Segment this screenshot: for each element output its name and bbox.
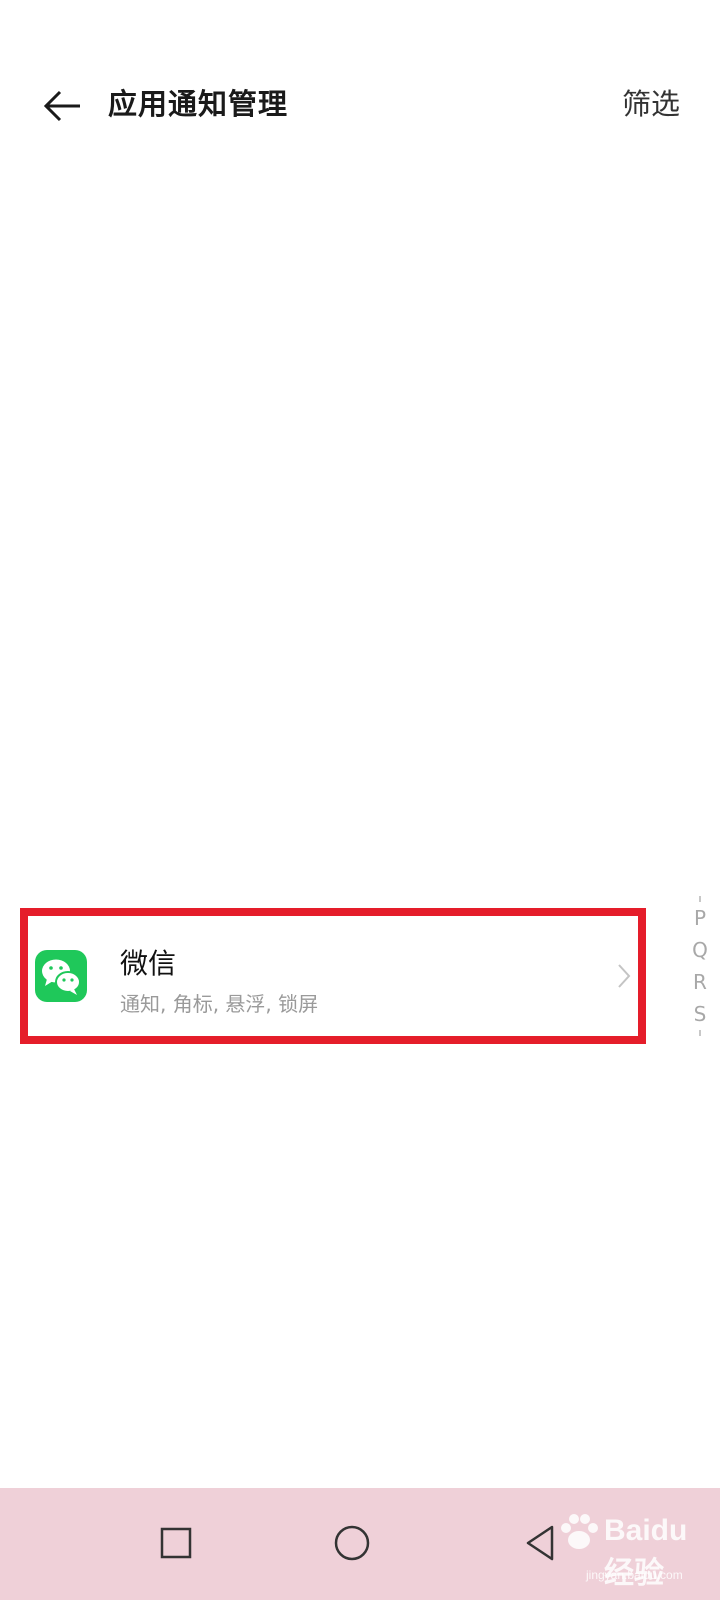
home-button[interactable] xyxy=(327,1518,377,1568)
recent-apps-icon xyxy=(160,1527,192,1559)
back-button[interactable] xyxy=(38,82,86,130)
index-letter-p[interactable]: P xyxy=(690,902,710,934)
alphabet-index[interactable]: P Q R S xyxy=(690,896,710,1036)
page-title: 应用通知管理 xyxy=(108,87,289,121)
index-tick xyxy=(699,1030,701,1036)
recent-apps-button[interactable] xyxy=(151,1518,201,1568)
watermark-brand: Baidu经验 xyxy=(604,1514,688,1590)
chevron-right-icon xyxy=(618,964,631,988)
watermark-url: jingyan.baidu.com xyxy=(586,1568,683,1582)
app-list-item-wechat[interactable]: 微信 通知, 角标, 悬浮, 锁屏 xyxy=(28,916,638,1036)
back-icon xyxy=(526,1525,554,1561)
baidu-jingyan-watermark: Baidu经验 jingyan.baidu.com xyxy=(556,1508,706,1590)
filter-button[interactable]: 筛选 xyxy=(622,84,680,124)
index-letter-r[interactable]: R xyxy=(690,966,710,998)
arrow-left-icon xyxy=(43,90,80,122)
system-navigation-bar: Baidu经验 jingyan.baidu.com xyxy=(0,1488,720,1600)
app-bar: 应用通知管理 筛选 xyxy=(0,70,720,140)
app-notification-summary: 通知, 角标, 悬浮, 锁屏 xyxy=(120,992,319,1016)
index-letter-s[interactable]: S xyxy=(690,998,710,1030)
wechat-icon xyxy=(35,950,87,1002)
index-letter-q[interactable]: Q xyxy=(690,934,710,966)
home-icon xyxy=(334,1525,370,1561)
nav-back-button[interactable] xyxy=(515,1518,565,1568)
app-name: 微信 xyxy=(120,947,177,980)
